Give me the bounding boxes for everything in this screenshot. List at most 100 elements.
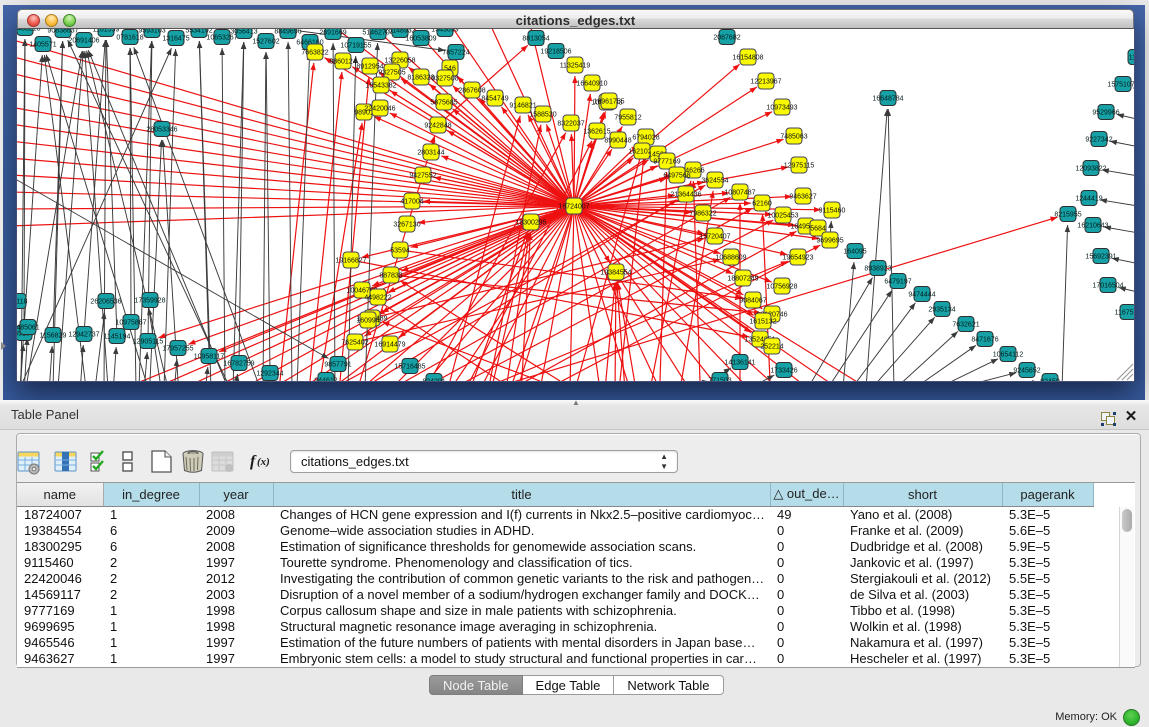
- svg-text:160994: 160994: [356, 318, 379, 325]
- svg-text:7986322: 7986322: [689, 211, 716, 218]
- svg-text:10654112: 10654112: [993, 352, 1024, 359]
- svg-text:1292344: 1292344: [256, 371, 283, 378]
- svg-text:8471676: 8471676: [971, 337, 998, 344]
- svg-text:16961755: 16961755: [593, 99, 624, 106]
- svg-text:17957255: 17957255: [162, 346, 193, 353]
- svg-text:1156829: 1156829: [40, 333, 67, 340]
- svg-text:10973493: 10973493: [766, 105, 797, 112]
- svg-text:21364436: 21364436: [670, 192, 701, 199]
- svg-text:7663822: 7663822: [301, 50, 328, 57]
- svg-text:1362615: 1362615: [583, 129, 610, 136]
- svg-text:9427552: 9427552: [409, 173, 436, 180]
- svg-text:12942737: 12942737: [68, 332, 99, 339]
- svg-text:8813054: 8813054: [522, 36, 549, 43]
- svg-text:8849696: 8849696: [274, 29, 301, 36]
- svg-text:6794028: 6794028: [632, 135, 659, 142]
- svg-text:28053346: 28053346: [146, 127, 177, 134]
- svg-text:10975867: 10975867: [115, 320, 146, 327]
- svg-text:1615132: 1615132: [749, 319, 776, 326]
- svg-text:6497568: 6497568: [663, 173, 690, 180]
- svg-text:3624554: 3624554: [701, 178, 728, 185]
- svg-text:9529966: 9529966: [1092, 110, 1119, 117]
- svg-text:1167534: 1167534: [1115, 310, 1134, 317]
- svg-text:10756928: 10756928: [766, 284, 797, 291]
- svg-text:16543382: 16543382: [365, 83, 396, 90]
- svg-text:9327505: 9327505: [378, 70, 405, 77]
- svg-text:771503: 771503: [708, 378, 731, 382]
- svg-text:22420046: 22420046: [364, 106, 395, 113]
- svg-text:1244419: 1244419: [1075, 196, 1102, 203]
- svg-text:4498222: 4498222: [364, 295, 391, 302]
- svg-text:15720407: 15720407: [699, 234, 730, 241]
- svg-text:93118: 93118: [17, 299, 28, 306]
- svg-text:1543039: 1543039: [431, 29, 458, 34]
- svg-text:14136141: 14136141: [724, 360, 755, 367]
- svg-text:8990448: 8990448: [604, 138, 631, 145]
- svg-text:9242848: 9242848: [424, 123, 451, 130]
- svg-text:17359928: 17359928: [134, 298, 165, 305]
- svg-text:15751074: 15751074: [1107, 82, 1134, 89]
- svg-text:16053809: 16053809: [405, 36, 436, 43]
- svg-text:18807249: 18807249: [727, 276, 758, 283]
- svg-text:5684: 5684: [810, 226, 826, 233]
- svg-text:1405571: 1405571: [29, 42, 56, 49]
- svg-text:f: f: [250, 453, 257, 470]
- svg-text:2087682: 2087682: [713, 35, 740, 42]
- svg-text:10807487: 10807487: [724, 190, 755, 197]
- svg-text:90838637: 90838637: [47, 29, 78, 35]
- svg-text:0781618: 0781618: [116, 35, 143, 42]
- svg-text:16210643: 16210643: [1077, 223, 1108, 230]
- svg-text:9699695: 9699695: [816, 238, 843, 245]
- svg-text:16914479: 16914479: [374, 342, 405, 349]
- svg-text:1145194: 1145194: [104, 334, 131, 341]
- svg-text:16648784: 16648784: [872, 96, 903, 103]
- svg-text:12093822: 12093822: [1075, 166, 1106, 173]
- svg-text:16154808: 16154808: [732, 55, 763, 62]
- svg-text:9777169: 9777169: [653, 159, 680, 166]
- svg-text:19166827: 19166827: [335, 258, 366, 265]
- svg-text:1588520: 1588520: [529, 112, 556, 119]
- svg-text:3056413: 3056413: [230, 29, 257, 36]
- svg-text:12905115: 12905115: [133, 339, 164, 346]
- svg-text:10433218: 10433218: [17, 29, 41, 33]
- svg-text:10025453: 10025453: [767, 213, 798, 220]
- svg-text:19218506: 19218506: [540, 49, 571, 56]
- svg-text:7857224: 7857224: [442, 50, 469, 57]
- svg-text:26206536: 26206536: [90, 299, 121, 306]
- svg-text:18300295: 18300295: [515, 220, 546, 227]
- svg-text:5875685: 5875685: [430, 100, 457, 107]
- svg-text:12975115: 12975115: [784, 163, 815, 170]
- svg-text:10719155: 10719155: [340, 43, 371, 50]
- svg-text:10653267: 10653267: [206, 35, 237, 42]
- svg-text:9463627: 9463627: [789, 194, 816, 201]
- svg-text:1527602: 1527602: [252, 39, 279, 46]
- svg-text:12213967: 12213967: [750, 79, 781, 86]
- svg-text:8215955: 8215955: [1054, 212, 1081, 219]
- svg-text:53594: 53594: [390, 248, 410, 255]
- svg-text:8454749: 8454749: [481, 96, 508, 103]
- svg-text:28148932: 28148932: [384, 29, 415, 35]
- svg-text:9227342: 9227342: [1085, 137, 1112, 144]
- svg-text:9327508: 9327508: [431, 76, 458, 83]
- svg-text:7632621: 7632621: [952, 322, 979, 329]
- svg-text:7625402: 7625402: [341, 340, 368, 347]
- svg-text:485061: 485061: [17, 325, 40, 332]
- svg-text:944612: 944612: [314, 378, 337, 382]
- svg-text:8322037: 8322037: [557, 121, 584, 128]
- svg-text:9146821: 9146821: [509, 103, 536, 110]
- svg-text:62160: 62160: [752, 201, 772, 208]
- svg-text:9084067: 9084067: [739, 298, 766, 305]
- svg-text:(x): (x): [257, 456, 270, 468]
- svg-text:18724007: 18724007: [558, 204, 589, 211]
- svg-text:6479197: 6479197: [884, 279, 911, 286]
- svg-text:417004: 417004: [400, 199, 423, 206]
- svg-text:8938923: 8938923: [864, 266, 891, 273]
- svg-text:9593103: 9593103: [138, 29, 165, 35]
- svg-text:20691406: 20691406: [68, 38, 99, 45]
- svg-text:15692391: 15692391: [1085, 254, 1116, 261]
- svg-text:16782759: 16782759: [223, 361, 254, 368]
- svg-text:11325419: 11325419: [560, 63, 591, 70]
- svg-text:1161559: 1161559: [93, 29, 120, 34]
- svg-text:1733426: 1733426: [770, 368, 797, 375]
- svg-text:1316475: 1316475: [162, 36, 189, 43]
